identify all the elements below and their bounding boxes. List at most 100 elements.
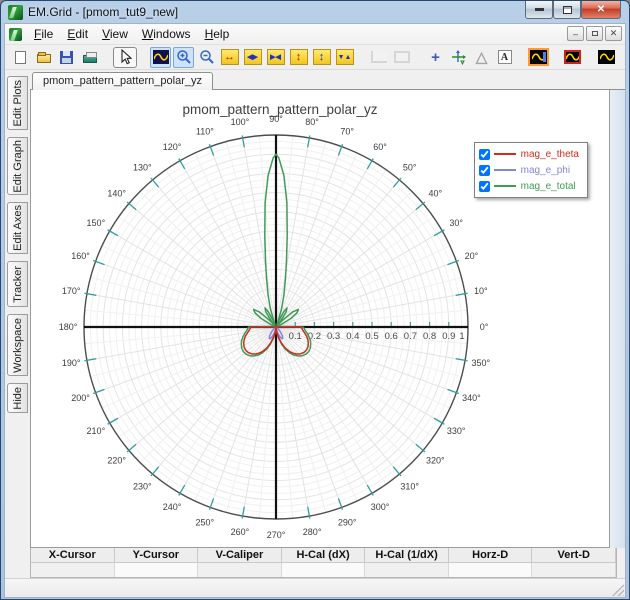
print-icon[interactable]: [79, 47, 100, 68]
sidebar-tab-edit-axes[interactable]: Edit Axes: [7, 202, 28, 254]
svg-text:80°: 80°: [305, 117, 319, 127]
svg-text:10°: 10°: [474, 286, 488, 296]
toolbar: ↔◀▶▶◀↕↕▼▲+△A↕↔Layout: [5, 45, 625, 70]
app-icon: [8, 4, 23, 20]
legend-checkbox-mag_e_total[interactable]: [478, 180, 490, 192]
svg-text:0.3: 0.3: [327, 331, 340, 342]
svg-text:30°: 30°: [449, 218, 463, 228]
frame-corner-icon[interactable]: [368, 47, 389, 68]
menu-bar: File Edit View Windows Help – ✕: [5, 24, 625, 45]
legend: mag_e_theta mag_e_phi mag_e_total: [473, 142, 588, 198]
frame-box-icon[interactable]: [391, 47, 412, 68]
svg-text:50°: 50°: [403, 163, 417, 173]
title-bar[interactable]: EM.Grid - [pmom_tut9_new] ✕: [4, 1, 626, 23]
axes-tool-icon[interactable]: [448, 47, 469, 68]
minimize-button[interactable]: [525, 1, 553, 19]
svg-text:100°: 100°: [231, 117, 250, 127]
mdi-restore-button[interactable]: [586, 26, 603, 41]
sidebar-tab-edit-plots[interactable]: Edit Plots: [7, 76, 28, 130]
fit-x-icon[interactable]: ▶◀: [265, 47, 286, 68]
sidebar-tab-edit-graph[interactable]: Edit Graph: [7, 137, 28, 195]
sidebar: Edit Plots Edit Graph Edit Axes Tracker Work…: [5, 70, 30, 578]
legend-checkbox-mag_e_theta[interactable]: [478, 148, 490, 160]
svg-text:70°: 70°: [340, 127, 354, 137]
menu-edit[interactable]: Edit: [60, 25, 95, 43]
window-frame: File Edit View Windows Help – ✕ ↔ ◀▶ ▶◀ ↕ ↕ ▼▲ + △ A…: [4, 23, 626, 598]
resize-grip[interactable]: [612, 584, 624, 596]
sidebar-tab-label: Hide: [11, 386, 24, 410]
svg-text:260°: 260°: [231, 527, 250, 537]
menu-file[interactable]: File: [27, 25, 60, 43]
svg-text:350°: 350°: [472, 358, 491, 368]
sidebar-tab-hide[interactable]: Hide: [7, 383, 28, 413]
expand-x-icon[interactable]: ↔: [219, 47, 240, 68]
svg-text:180°: 180°: [59, 322, 78, 332]
zoom-in-icon[interactable]: [173, 46, 194, 68]
text-tool-icon[interactable]: A: [494, 47, 515, 68]
mdi-close-button[interactable]: ✕: [605, 26, 622, 41]
legend-label: mag_e_phi: [520, 164, 571, 176]
readout-value: [532, 563, 617, 577]
svg-text:1: 1: [459, 331, 464, 342]
crosshair-icon[interactable]: +: [425, 47, 446, 68]
zoom-out-icon[interactable]: [196, 47, 217, 68]
plot-view-icon[interactable]: [150, 46, 171, 68]
app-window: EM.Grid - [pmom_tut9_new] ✕ File Edit View…: [0, 0, 630, 600]
menu-windows[interactable]: Windows: [135, 25, 198, 43]
triangle-marker-icon[interactable]: △: [471, 47, 492, 68]
save-icon[interactable]: [56, 47, 77, 68]
minimize-icon: [534, 8, 544, 11]
compress-y-icon[interactable]: ↕: [311, 47, 332, 68]
svg-text:320°: 320°: [426, 456, 445, 466]
close-icon: ✕: [596, 4, 606, 15]
compress-x-icon[interactable]: ◀▶: [242, 47, 263, 68]
right-gutter: [610, 90, 625, 548]
expand-y-icon[interactable]: ↕: [288, 47, 309, 68]
sidebar-tab-tracker[interactable]: Tracker: [7, 261, 28, 307]
readout-value: [448, 563, 533, 577]
restore-icon: [562, 5, 572, 14]
legend-line-sample: [493, 153, 516, 155]
legend-line-sample: [493, 169, 516, 171]
legend-checkbox-mag_e_phi[interactable]: [478, 164, 490, 176]
curve-fill-icon[interactable]: [596, 47, 617, 68]
readout-header-horz-d: Horz-D: [449, 548, 533, 562]
mdi-minimize-button[interactable]: –: [567, 26, 584, 41]
svg-text:300°: 300°: [371, 502, 390, 512]
svg-text:230°: 230°: [133, 481, 152, 491]
curve-style-icon[interactable]: [562, 47, 583, 68]
curve-marker-icon[interactable]: [528, 47, 549, 68]
restore-button[interactable]: [553, 1, 581, 19]
svg-text:0.8: 0.8: [423, 331, 436, 342]
svg-text:170°: 170°: [62, 286, 81, 296]
readout-value: [31, 563, 115, 577]
polar-chart-panel[interactable]: 0.1 0.2 0.3 0.4 0.5 0.6 0.7 0.8 0.9 1 0° 10° 20° 30° 4…: [30, 90, 610, 548]
new-file-icon[interactable]: [10, 47, 31, 68]
svg-text:0.7: 0.7: [404, 331, 417, 342]
pointer-tool-icon[interactable]: [113, 46, 137, 68]
sidebar-tab-label: Edit Graph: [11, 139, 24, 193]
sidebar-tab-workspace[interactable]: Workspace: [7, 314, 28, 376]
svg-text:290°: 290°: [338, 517, 357, 527]
close-button[interactable]: ✕: [581, 1, 621, 19]
svg-text:0.5: 0.5: [365, 331, 378, 342]
svg-text:0.4: 0.4: [346, 331, 359, 342]
tab-pmom-pattern-polar-yz[interactable]: pmom_pattern_pattern_polar_yz: [32, 72, 213, 90]
svg-text:0.9: 0.9: [442, 331, 455, 342]
svg-text:190°: 190°: [62, 358, 81, 368]
document-icon: [9, 27, 22, 41]
svg-text:60°: 60°: [373, 142, 387, 152]
svg-text:250°: 250°: [196, 517, 215, 527]
svg-text:220°: 220°: [107, 456, 126, 466]
menu-view[interactable]: View: [95, 25, 135, 43]
menu-help[interactable]: Help: [198, 25, 237, 43]
fit-y-icon[interactable]: ▼▲: [334, 47, 355, 68]
legend-label: mag_e_total: [520, 180, 576, 192]
svg-text:0.6: 0.6: [385, 331, 398, 342]
svg-text:210°: 210°: [87, 426, 106, 436]
svg-text:110°: 110°: [196, 127, 214, 137]
svg-text:140°: 140°: [107, 188, 126, 198]
readout-header-x-cursor: X-Cursor: [31, 548, 115, 562]
legend-line-sample: [493, 185, 516, 187]
open-file-icon[interactable]: [33, 47, 54, 68]
